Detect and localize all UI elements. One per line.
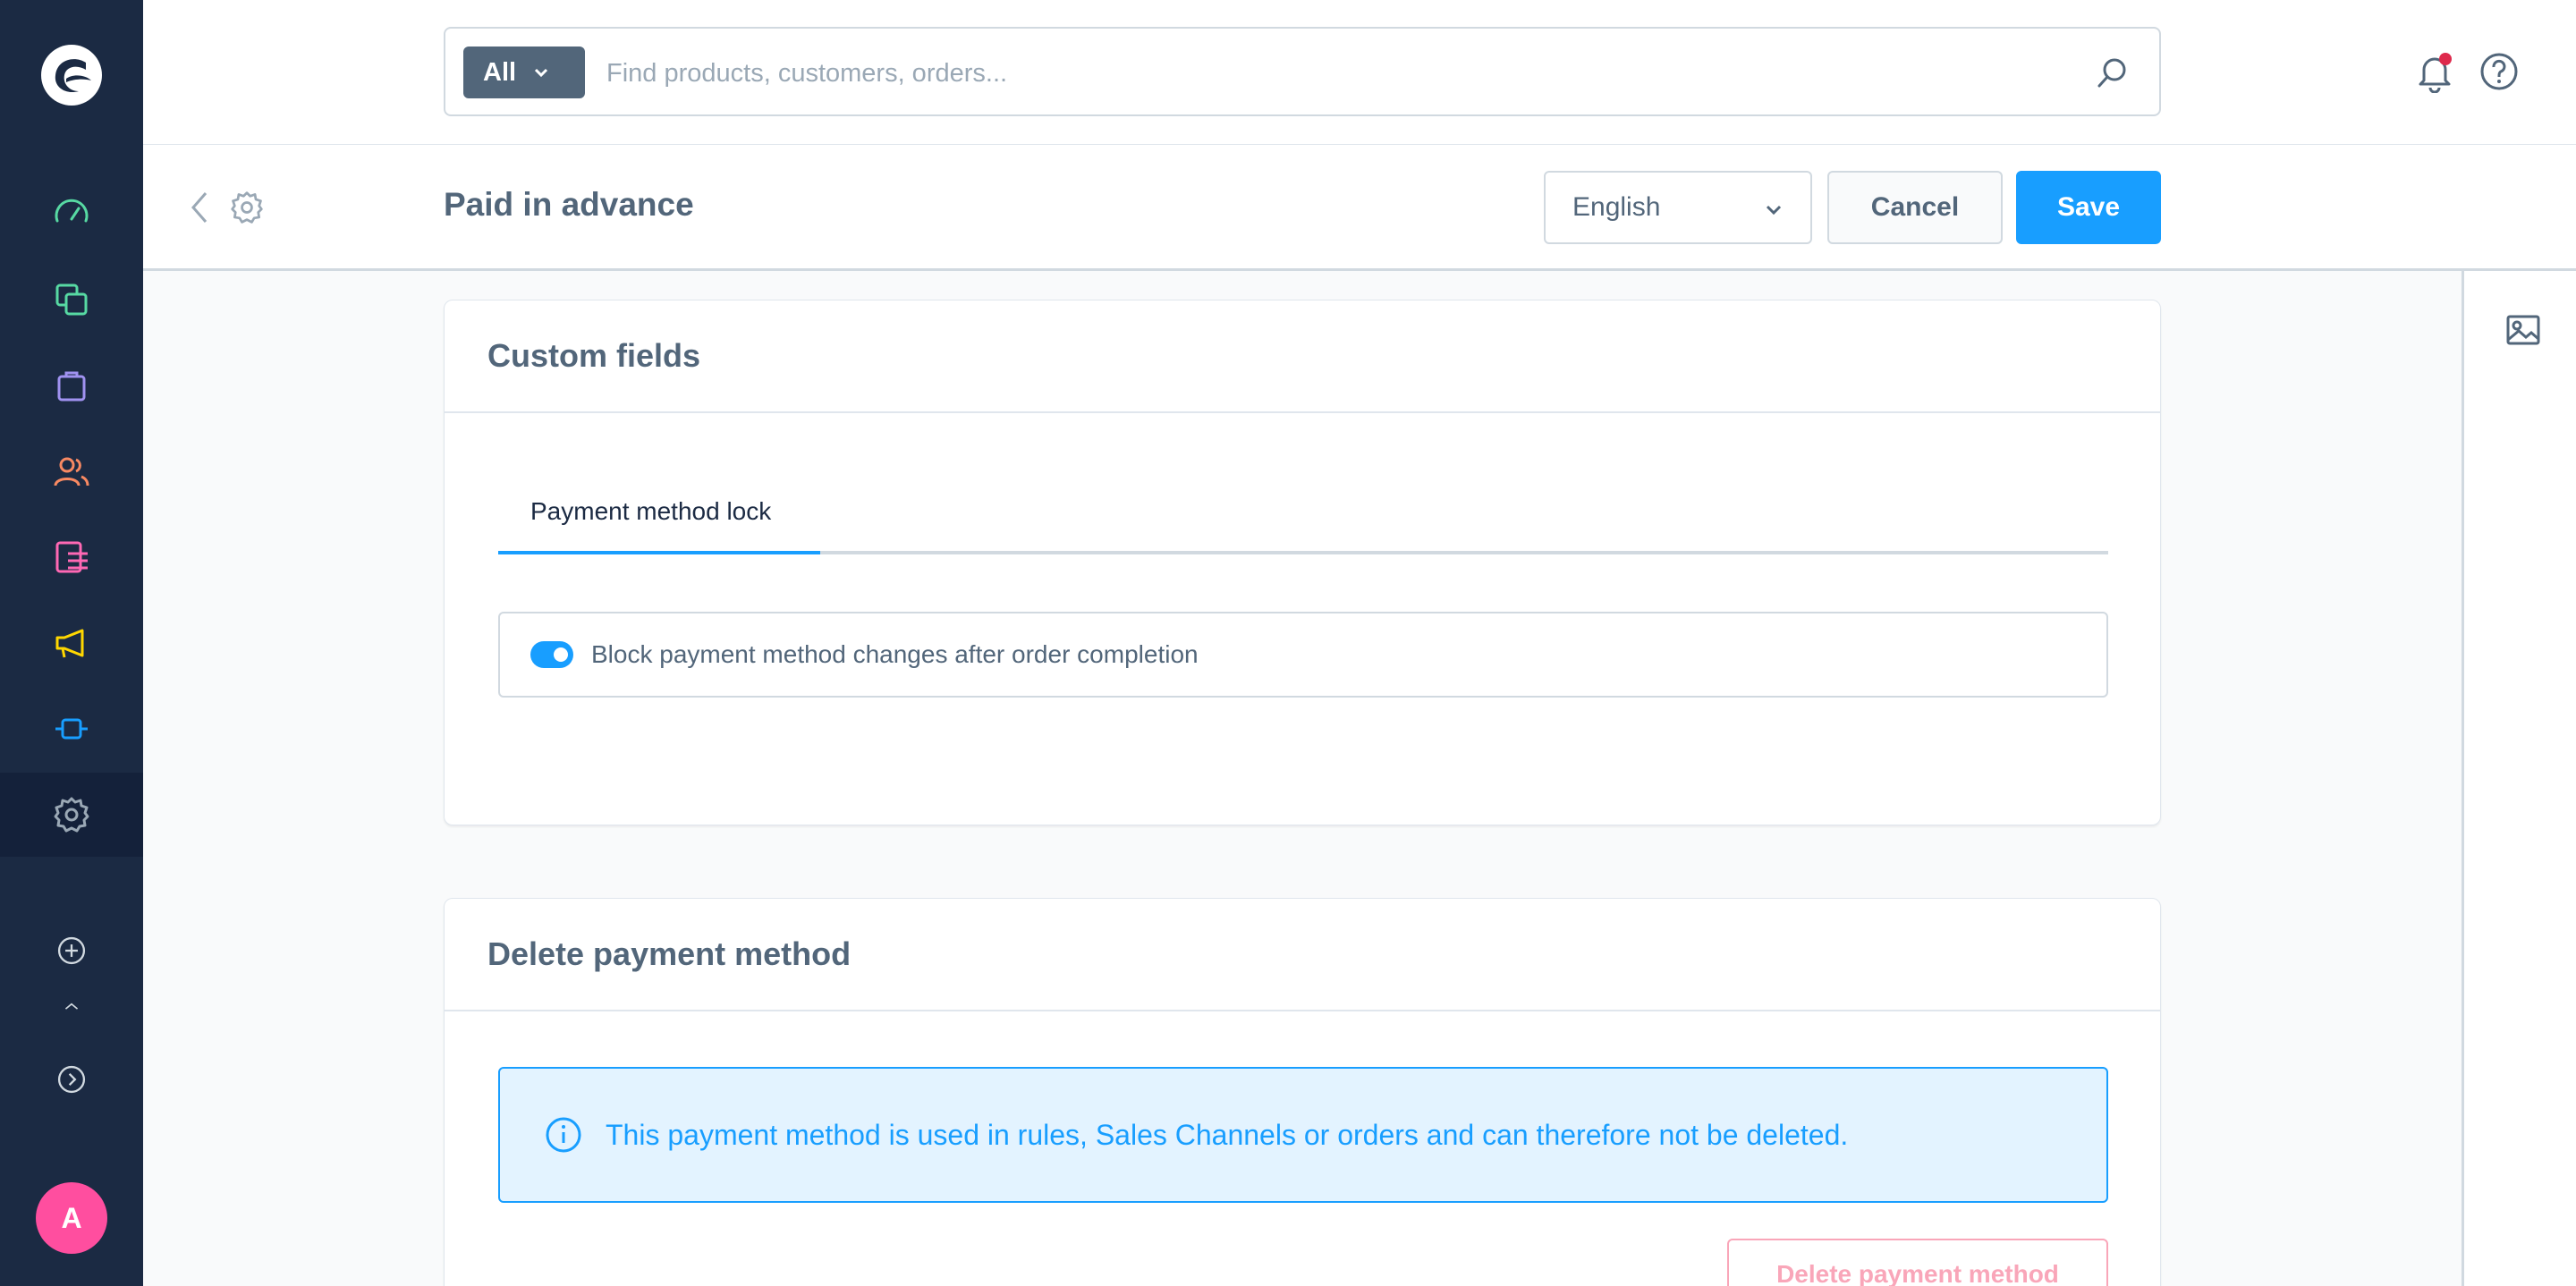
sidebar-item-extensions[interactable] [0,687,143,771]
content-icon [55,541,88,573]
settings-module-icon [231,191,263,224]
save-button[interactable]: Save [2016,171,2161,244]
settings-icon [54,797,89,833]
sidebar-item-orders[interactable] [0,343,143,427]
chevron-up-icon [64,1003,79,1010]
collapse-up-button[interactable] [0,989,143,1025]
search-bar: All [444,27,2161,116]
card-title: Delete payment method [445,899,2160,1011]
notification-dot [2439,53,2452,65]
sidebar: A [0,0,143,1286]
extensions-icon [55,718,88,740]
custom-field-row: Block payment method changes after order… [498,612,2108,698]
tab-payment-method-lock[interactable]: Payment method lock [530,497,771,526]
delete-payment-method-button[interactable]: Delete payment method [1727,1239,2108,1286]
marketing-icon [55,629,84,658]
help-icon[interactable] [2478,50,2521,93]
custom-fields-tabs: Payment method lock [498,497,2108,554]
alert-text: This payment method is used in rules, Sa… [606,1118,1849,1151]
search-type-label: All [483,57,517,87]
customers-icon [54,457,89,486]
block-payment-toggle[interactable] [530,641,573,668]
sidebar-item-settings[interactable] [0,773,143,857]
sidebar-item-dashboard[interactable] [0,172,143,256]
cancel-button[interactable]: Cancel [1827,171,2003,244]
sidebar-item-customers[interactable] [0,429,143,513]
expand-sidebar-button[interactable] [0,1037,143,1121]
card-title: Custom fields [445,300,2160,413]
smart-bar: Paid in advance English Cancel Save [143,145,2576,271]
toggle-label: Block payment method changes after order… [591,640,1199,668]
language-select-value: English [1572,192,1661,222]
search-icon[interactable] [2095,55,2131,91]
search-input[interactable] [606,48,2038,98]
shopware-logo-icon[interactable] [39,43,104,107]
sidebar-item-marketing[interactable] [0,601,143,685]
sidebar-item-content[interactable] [0,515,143,599]
sidebar-item-catalogues[interactable] [0,258,143,342]
info-alert: This payment method is used in rules, Sa… [498,1067,2108,1203]
active-tab-indicator [498,551,820,554]
chevron-right-circle-icon [57,1065,86,1094]
right-sidebar [2462,271,2576,1286]
plus-circle-icon [57,936,86,965]
bell-icon[interactable] [2413,50,2456,93]
language-select[interactable]: English [1544,171,1812,244]
custom-fields-card: Custom fields Payment method lock Block … [444,300,2161,825]
dashboard-icon [55,199,89,223]
back-chevron-icon[interactable] [182,188,218,227]
delete-payment-card: Delete payment method This payment metho… [444,898,2161,1286]
top-bar: All [143,0,2576,145]
chevron-down-icon [535,68,548,78]
add-button[interactable] [0,909,143,993]
info-icon [546,1117,581,1153]
avatar[interactable]: A [36,1182,107,1254]
chevron-down-icon [1766,205,1782,216]
search-type-dropdown[interactable]: All [463,47,585,98]
orders-icon [57,371,86,402]
image-icon[interactable] [2504,310,2543,350]
catalogue-icon [55,283,88,316]
page-title: Paid in advance [444,186,694,223]
